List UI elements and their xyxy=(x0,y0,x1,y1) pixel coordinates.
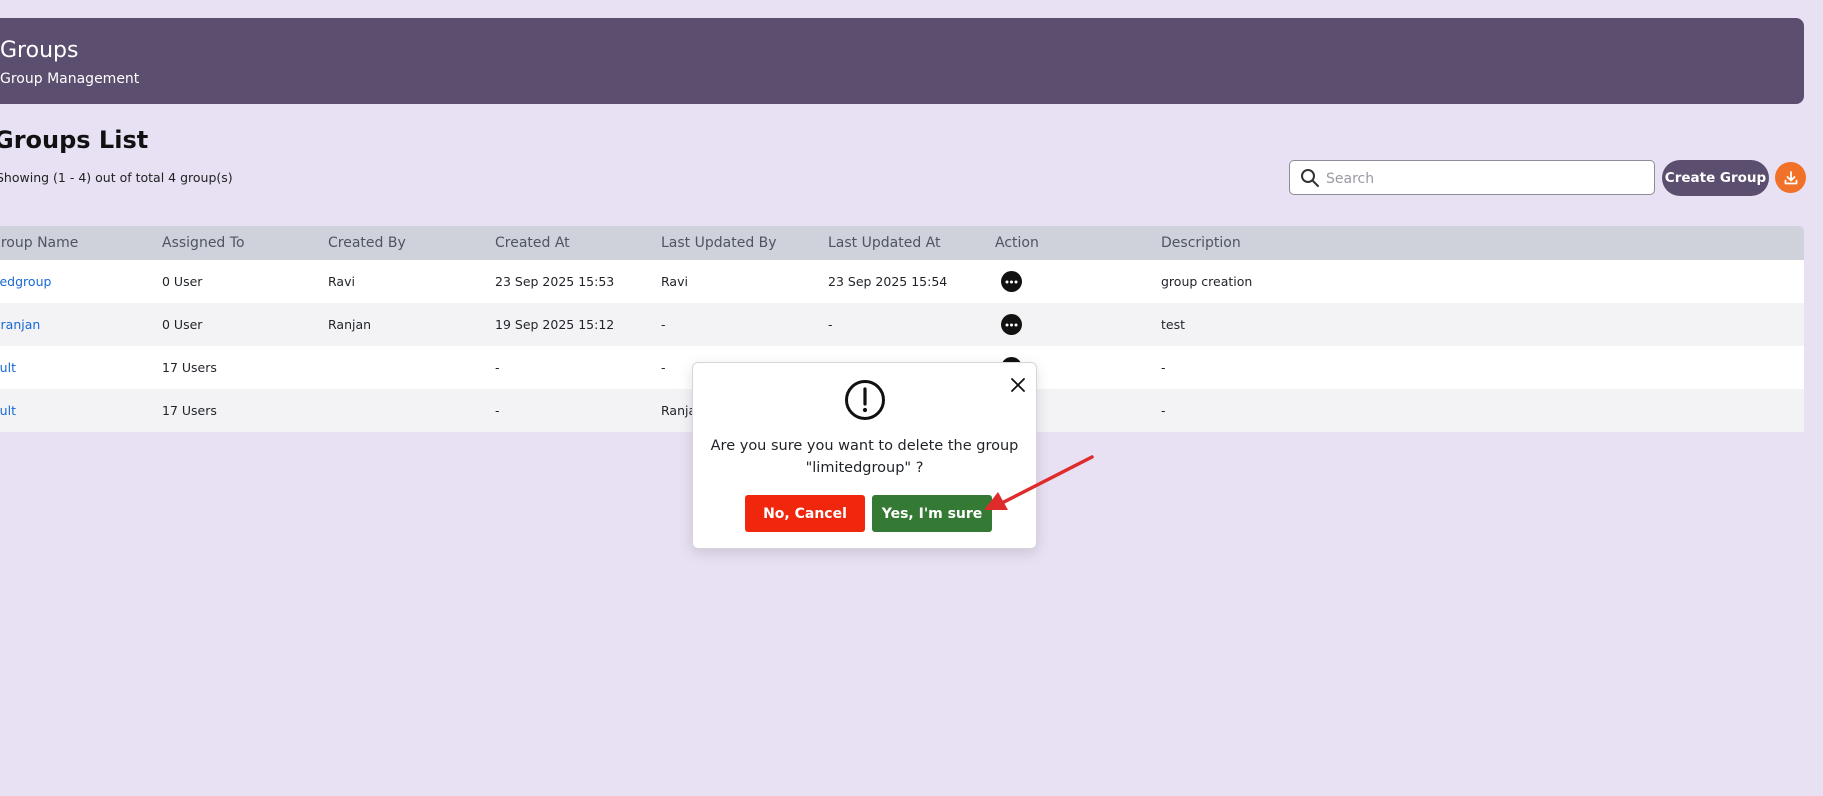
more-icon xyxy=(1005,323,1018,326)
group-name-link[interactable]: default xyxy=(0,403,16,418)
page-header: Groups Group Management xyxy=(0,18,1804,104)
column-header-group-name[interactable]: Group Name xyxy=(0,235,78,251)
assigned-to-cell: 0 User xyxy=(162,317,203,332)
more-icon xyxy=(1005,280,1018,283)
annotation-arrow-icon xyxy=(984,455,1094,510)
search-box[interactable] xyxy=(1289,160,1655,195)
page-title: Groups xyxy=(0,38,79,63)
created-at-cell: 23 Sep 2025 15:53 xyxy=(495,274,615,289)
description-cell: - xyxy=(1161,360,1166,375)
column-header-action: Action xyxy=(995,235,1039,251)
close-icon[interactable] xyxy=(1008,375,1028,395)
download-button[interactable] xyxy=(1775,162,1806,193)
last-updated-at-cell: 23 Sep 2025 15:54 xyxy=(828,274,948,289)
last-updated-at-cell: - xyxy=(828,317,833,332)
last-updated-by-cell: Ravi xyxy=(661,274,688,289)
search-input[interactable] xyxy=(1324,162,1648,195)
last-updated-by-cell: - xyxy=(661,360,666,375)
search-icon xyxy=(1301,169,1319,187)
warning-icon xyxy=(845,380,885,420)
more-actions-button[interactable] xyxy=(1001,271,1022,292)
page-subtitle: Group Management xyxy=(0,71,140,87)
description-cell: test xyxy=(1161,317,1186,332)
groups-count-text: Showing (1 - 4) out of total 4 group(s) xyxy=(0,170,233,185)
assigned-to-cell: 17 Users xyxy=(162,403,217,418)
column-header-created-at[interactable]: Created At xyxy=(495,235,570,251)
column-header-created-by[interactable]: Created By xyxy=(328,235,406,251)
create-group-button[interactable]: Create Group xyxy=(1662,160,1769,196)
group-name-link[interactable]: limitedgroup xyxy=(0,274,51,289)
cancel-button[interactable]: No, Cancel xyxy=(745,495,865,532)
confirm-delete-button[interactable]: Yes, I'm sure xyxy=(872,495,992,532)
table-row: test-ranjan 0 User Ranjan 19 Sep 2025 15… xyxy=(0,303,1804,346)
dialog-message: Are you sure you want to delete the grou… xyxy=(710,438,1019,476)
assigned-to-cell: 17 Users xyxy=(162,360,217,375)
description-cell: - xyxy=(1161,403,1166,418)
last-updated-by-cell: - xyxy=(661,317,666,332)
group-name-link[interactable]: test-ranjan xyxy=(0,317,40,332)
column-header-last-updated-by[interactable]: Last Updated By xyxy=(661,235,777,251)
created-at-cell: 19 Sep 2025 15:12 xyxy=(495,317,615,332)
groups-list-title: Groups List xyxy=(0,126,149,154)
column-header-assigned-to[interactable]: Assigned To xyxy=(162,235,245,251)
more-actions-button[interactable] xyxy=(1001,314,1022,335)
created-by-cell: Ranjan xyxy=(328,317,372,332)
created-by-cell: Ravi xyxy=(328,274,355,289)
description-cell: group creation xyxy=(1161,274,1253,289)
group-name-link[interactable]: default xyxy=(0,360,16,375)
table-row: limitedgroup 0 User Ravi 23 Sep 2025 15:… xyxy=(0,260,1804,303)
assigned-to-cell: 0 User xyxy=(162,274,203,289)
created-at-cell: - xyxy=(495,360,500,375)
table-header: Group Name Assigned To Created By Create… xyxy=(0,226,1804,260)
column-header-description: Description xyxy=(1161,235,1241,251)
column-header-last-updated-at[interactable]: Last Updated At xyxy=(828,235,940,251)
created-at-cell: - xyxy=(495,403,500,418)
download-icon xyxy=(1784,170,1797,184)
